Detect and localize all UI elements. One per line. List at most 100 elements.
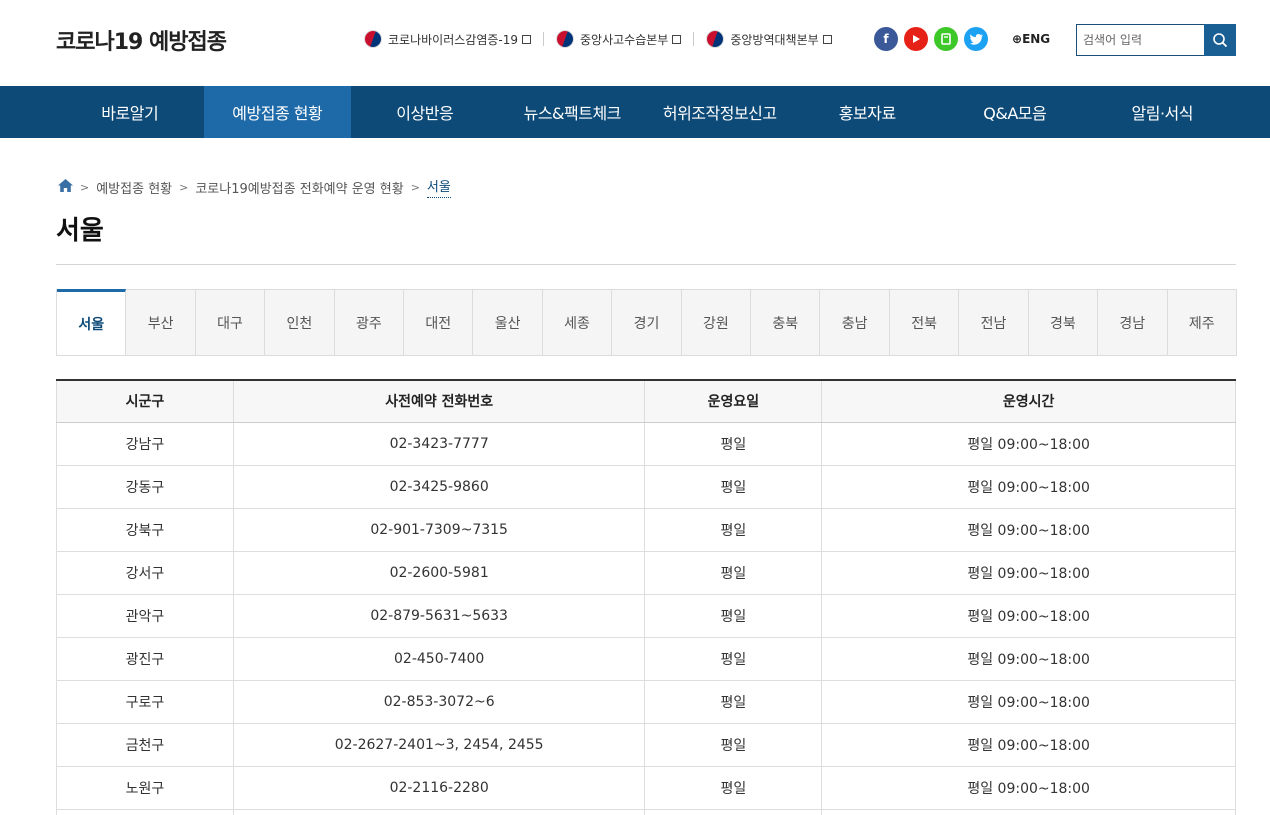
region-tab[interactable]: 경북 [1029,290,1099,355]
divider [543,32,545,46]
table-cell: 02-2600-5981 [233,551,646,595]
column-header: 운영요일 [644,380,823,423]
youtube-icon[interactable] [904,27,928,51]
table-cell: 평일 [644,723,823,767]
region-tab[interactable]: 제주 [1168,290,1236,355]
external-link-icon [822,34,832,44]
table-cell: 강북구 [56,508,234,552]
nav-item-vaccination-status[interactable]: 예방접종 현황 [203,86,351,138]
region-tab[interactable]: 충남 [820,290,890,355]
column-header: 사전예약 전화번호 [233,380,646,423]
divider [693,32,695,46]
table-row [56,809,1236,815]
column-header: 운영시간 [821,380,1236,423]
table-cell: 평일 09:00~18:00 [821,508,1236,552]
region-tab[interactable]: 강원 [682,290,752,355]
table-cell: 평일 [644,594,823,638]
chevron-right-icon: > [410,180,420,194]
search-input[interactable] [1076,24,1204,56]
chevron-right-icon: > [80,180,90,194]
table-cell: 금천구 [56,723,234,767]
region-tab[interactable]: 경기 [612,290,682,355]
region-tab[interactable]: 충북 [751,290,821,355]
table-cell: 노원구 [56,766,234,810]
government-emblem-icon [364,30,382,48]
globe-icon: ⊕ [1012,32,1023,46]
table-row: 광진구 02-450-7400 평일 평일 09:00~18:00 [56,637,1236,681]
table-row: 관악구 02-879-5631~5633 평일 평일 09:00~18:00 [56,594,1236,638]
region-tab[interactable]: 서울 [57,289,127,355]
table-cell: 평일 [644,680,823,724]
region-tab[interactable]: 전남 [959,290,1029,355]
table-row: 강동구 02-3425-9860 평일 평일 09:00~18:00 [56,465,1236,509]
region-tab[interactable]: 울산 [473,290,543,355]
search-box [1076,24,1236,56]
table-cell: 평일 09:00~18:00 [821,680,1236,724]
table-cell [821,809,1236,815]
table-cell: 평일 [644,551,823,595]
table-cell: 평일 [644,508,823,552]
link-central-disaster[interactable]: 중앙사고수습본부 [556,30,682,48]
table-cell: 02-2627-2401~3, 2454, 2455 [233,723,646,767]
link-label: 코로나바이러스감염증-19 [388,32,519,47]
region-tab[interactable]: 대구 [196,290,266,355]
table-row: 강남구 02-3423-7777 평일 평일 09:00~18:00 [56,422,1236,466]
link-central-quarantine[interactable]: 중앙방역대책본부 [706,30,832,48]
table-cell: 구로구 [56,680,234,724]
breadcrumb-item[interactable]: 예방접종 현황 [96,178,172,197]
table-cell: 강남구 [56,422,234,466]
region-tab[interactable]: 세종 [543,290,613,355]
table-row: 구로구 02-853-3072~6 평일 평일 09:00~18:00 [56,680,1236,724]
region-tabs: 서울 부산 대구 인천 광주 대전 울산 세종 경기 강원 충북 충남 전북 전남 경북 경남 제주 [56,289,1237,356]
table-cell: 평일 09:00~18:00 [821,723,1236,767]
link-covid19[interactable]: 코로나바이러스감염증-19 [364,30,532,48]
nav-item-notices-forms[interactable]: 알림·서식 [1089,86,1237,138]
site-logo[interactable]: 코로나19 예방접종 [56,24,227,56]
table-cell: 평일 [644,766,823,810]
phone-reservation-table: 시군구 사전예약 전화번호 운영요일 운영시간 강남구 02-3423-7777 평… [56,379,1236,815]
nav-item-promotional-materials[interactable]: 홍보자료 [794,86,942,138]
breadcrumb-current: 서울 [426,176,451,198]
nav-item-news-factcheck[interactable]: 뉴스&팩트체크 [499,86,647,138]
twitter-icon[interactable] [964,27,988,51]
english-link[interactable]: ⊕ENG [1012,32,1050,46]
table-row: 강북구 02-901-7309~7315 평일 평일 09:00~18:00 [56,508,1236,552]
region-tab[interactable]: 광주 [335,290,405,355]
main-navigation: 바로알기 예방접종 현황 이상반응 뉴스&팩트체크 허위조작정보신고 홍보자료 … [0,86,1270,138]
government-emblem-icon [706,30,725,48]
nav-item-qna[interactable]: Q&A모음 [941,86,1089,138]
divider [56,264,1236,265]
region-tab[interactable]: 부산 [126,290,196,355]
chevron-right-icon: > [179,180,189,194]
search-icon [1213,33,1228,48]
nav-item-adverse-reactions[interactable]: 이상반응 [351,86,499,138]
table-cell: 02-853-3072~6 [233,680,646,724]
facebook-icon[interactable]: f [874,27,898,51]
table-cell: 02-3425-9860 [233,465,646,509]
table-cell: 02-901-7309~7315 [233,508,646,552]
table-cell: 평일 09:00~18:00 [821,637,1236,681]
breadcrumb-item[interactable]: 코로나19예방접종 전화예약 운영 현황 [195,178,403,197]
table-cell: 평일 09:00~18:00 [821,422,1236,466]
region-tab[interactable]: 대전 [404,290,474,355]
table-row: 금천구 02-2627-2401~3, 2454, 2455 평일 평일 09:00~… [56,723,1236,767]
table-cell: 02-3423-7777 [233,422,646,466]
region-tab[interactable]: 전북 [890,290,960,355]
region-tab[interactable]: 경남 [1098,290,1168,355]
table-cell: 관악구 [56,594,234,638]
naver-post-icon[interactable] [934,27,958,51]
table-cell: 평일 09:00~18:00 [821,594,1236,638]
related-site-links: 코로나바이러스감염증-19 중앙사고수습본부 중앙방역대책본부 [364,28,832,50]
nav-item-about[interactable]: 바로알기 [56,86,204,138]
table-cell: 02-450-7400 [233,637,646,681]
table-cell: 02-879-5631~5633 [233,594,646,638]
table-cell: 강동구 [56,465,234,509]
table-cell [233,809,646,815]
search-button[interactable] [1204,24,1236,56]
external-link-icon [672,34,682,44]
nav-item-misinformation-report[interactable]: 허위조작정보신고 [646,86,794,138]
table-cell: 02-2116-2280 [233,766,646,810]
home-icon[interactable] [58,178,73,196]
region-tab[interactable]: 인천 [265,290,335,355]
table-cell [56,809,234,815]
